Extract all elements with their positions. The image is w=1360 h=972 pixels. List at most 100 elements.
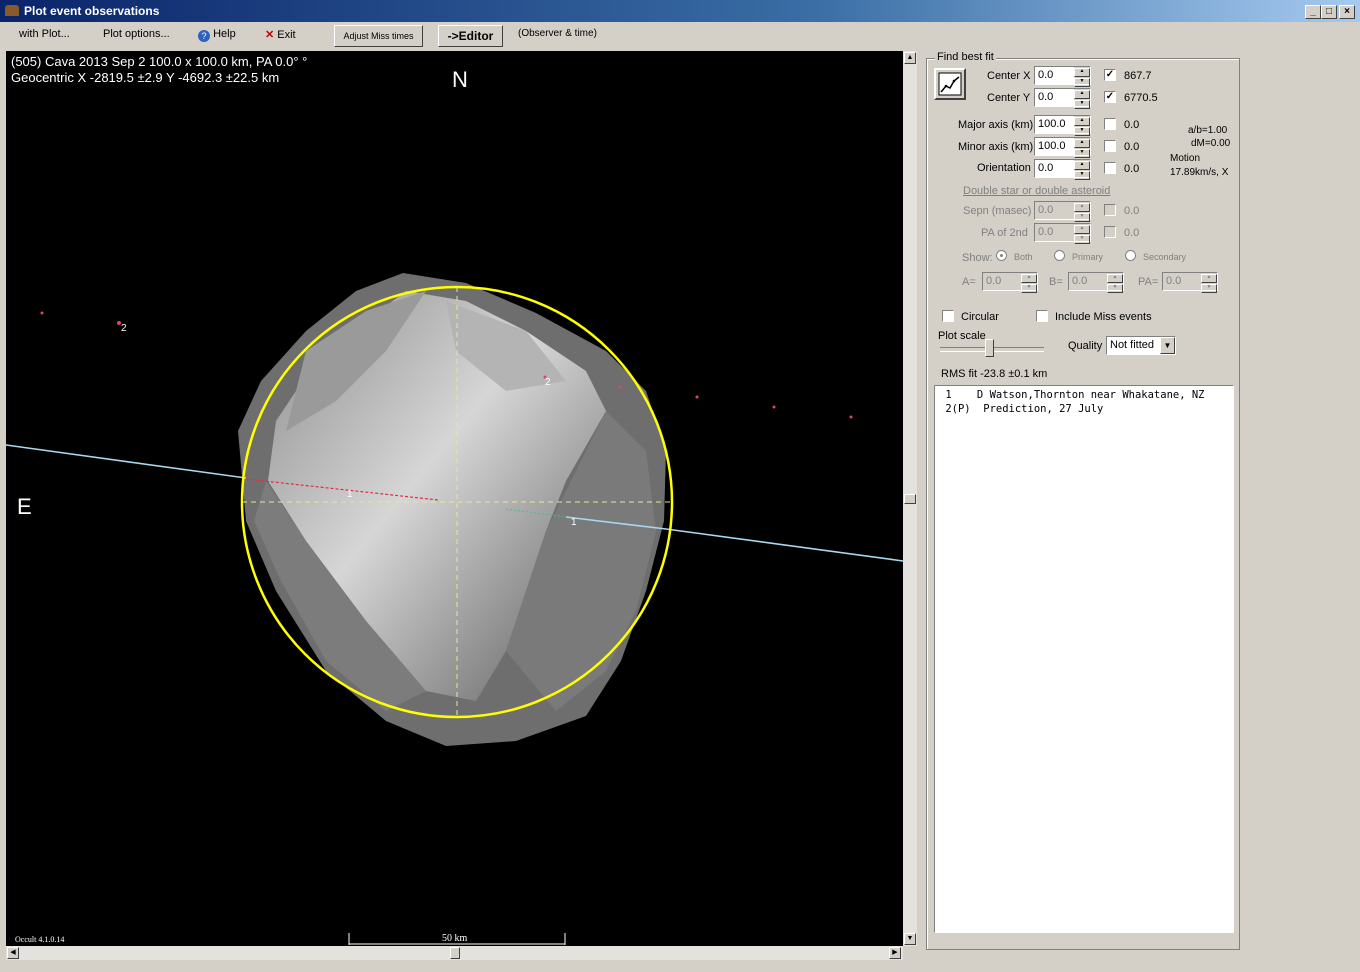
scroll-down-arrow-icon[interactable]: ▼ bbox=[904, 933, 916, 945]
prediction-point bbox=[40, 311, 44, 315]
help-icon: ? bbox=[198, 30, 210, 42]
motion-value: 17.89km/s, X bbox=[1170, 167, 1229, 178]
vertical-scrollbar[interactable]: ▲ ▼ bbox=[903, 51, 917, 946]
orientation-label: Orientation bbox=[977, 162, 1031, 174]
center-y-fit-value: 6770.5 bbox=[1124, 92, 1158, 104]
b-spinner[interactable]: 0.0 ▲ ▼ bbox=[1068, 272, 1124, 293]
orientation-spinner[interactable]: 0.0 ▲ ▼ bbox=[1034, 159, 1091, 180]
minor-axis-value: 100.0 bbox=[1038, 140, 1066, 152]
circular-label: Circular bbox=[961, 311, 999, 323]
minor-axis-fit-checkbox[interactable] bbox=[1104, 140, 1116, 152]
prediction-point bbox=[772, 405, 776, 409]
menu-help-label: Help bbox=[213, 28, 236, 40]
center-x-fit-value: 867.7 bbox=[1124, 70, 1152, 82]
a-spinner[interactable]: 0.0 ▲ ▼ bbox=[982, 272, 1038, 293]
minor-axis-fit-value: 0.0 bbox=[1124, 141, 1140, 153]
include-miss-checkbox[interactable] bbox=[1036, 310, 1048, 322]
menu-help[interactable]: ? Help bbox=[198, 28, 236, 42]
a-label: A= bbox=[962, 276, 976, 288]
center-y-fit-checkbox[interactable]: ✓ bbox=[1104, 91, 1116, 103]
scale-label: 50 km bbox=[442, 933, 468, 944]
orientation-value: 0.0 bbox=[1038, 162, 1054, 174]
sepn-spinner[interactable]: 0.0 ▲ ▼ bbox=[1034, 201, 1091, 222]
horizontal-scrollbar[interactable]: ◀ ▶ bbox=[6, 946, 903, 960]
list-item[interactable]: 1 D Watson,Thornton near Whakatane, NZ bbox=[939, 389, 1204, 401]
orientation-fit-value: 0.0 bbox=[1124, 163, 1140, 175]
orientation-fit-checkbox[interactable] bbox=[1104, 162, 1116, 174]
observer-path-line bbox=[6, 444, 247, 479]
close-icon: ✕ bbox=[265, 29, 275, 41]
pa-2nd-spinner[interactable]: 0.0 ▲ ▼ bbox=[1034, 223, 1091, 244]
close-button[interactable]: × bbox=[1339, 5, 1355, 19]
minimize-button[interactable]: _ bbox=[1305, 5, 1321, 19]
center-x-label: Center X bbox=[987, 70, 1031, 82]
pa-spinner[interactable]: 0.0 ▲ ▼ bbox=[1162, 272, 1218, 293]
minor-axis-label: Minor axis (km) bbox=[958, 141, 1034, 153]
show-secondary-label: Secondary bbox=[1143, 252, 1187, 262]
center-x-fit-checkbox[interactable]: ✓ bbox=[1104, 69, 1116, 81]
north-label: N bbox=[452, 67, 468, 92]
menu-plot-options[interactable]: Plot options... bbox=[103, 28, 170, 40]
east-label: E bbox=[17, 494, 32, 519]
circular-checkbox[interactable] bbox=[942, 310, 954, 322]
pa-value: 0.0 bbox=[1166, 275, 1182, 287]
prediction-point bbox=[618, 385, 622, 389]
center-y-value: 0.0 bbox=[1038, 91, 1054, 103]
sepn-fit-value: 0.0 bbox=[1124, 205, 1140, 217]
major-axis-spinner[interactable]: 100.0 ▲ ▼ bbox=[1034, 115, 1091, 136]
a-value: 0.0 bbox=[986, 275, 1002, 287]
chord-1-label: 1 bbox=[347, 489, 353, 500]
sepn-fit-checkbox[interactable] bbox=[1104, 204, 1116, 216]
adjust-miss-times-button[interactable]: Adjust Miss times bbox=[334, 25, 423, 47]
center-x-spinner[interactable]: 0.0 ▲ ▼ bbox=[1034, 66, 1091, 87]
menu-with-plot[interactable]: with Plot... bbox=[19, 28, 70, 40]
editor-button[interactable]: ->Editor bbox=[438, 25, 503, 47]
show-both-radio[interactable] bbox=[996, 250, 1007, 261]
double-star-link[interactable]: Double star or double asteroid bbox=[963, 185, 1110, 197]
minor-axis-spinner[interactable]: 100.0 ▲ ▼ bbox=[1034, 137, 1091, 158]
pa-2nd-fit-checkbox[interactable] bbox=[1104, 226, 1116, 238]
show-secondary-radio[interactable] bbox=[1125, 250, 1136, 261]
major-axis-fit-checkbox[interactable] bbox=[1104, 118, 1116, 130]
menu-exit-label: Exit bbox=[277, 29, 296, 41]
pa-label: PA= bbox=[1138, 276, 1159, 288]
find-best-fit-label: Find best fit bbox=[935, 51, 996, 63]
pa-2nd-label: PA of 2nd bbox=[981, 227, 1028, 239]
find-best-fit-button[interactable] bbox=[934, 68, 966, 100]
rms-fit-label: RMS fit -23.8 ±0.1 km bbox=[941, 368, 1048, 380]
chevron-down-icon: ▼ bbox=[1160, 337, 1175, 354]
include-miss-label: Include Miss events bbox=[1055, 311, 1152, 323]
show-primary-radio[interactable] bbox=[1054, 250, 1065, 261]
chord-1b-label: 1 bbox=[571, 517, 577, 528]
show-both-label: Both bbox=[1014, 252, 1033, 262]
b-value: 0.0 bbox=[1072, 275, 1088, 287]
vertical-scroll-thumb[interactable] bbox=[904, 494, 916, 504]
scroll-right-arrow-icon[interactable]: ▶ bbox=[889, 947, 901, 959]
sepn-value: 0.0 bbox=[1038, 204, 1054, 216]
prediction-point bbox=[849, 415, 853, 419]
app-icon bbox=[5, 5, 19, 16]
plot-scale-slider[interactable] bbox=[985, 339, 994, 357]
menu-bar: with Plot... Plot options... ? Help ✕ Ex… bbox=[0, 22, 1360, 48]
maximize-button[interactable]: □ bbox=[1321, 5, 1337, 19]
quality-dropdown[interactable]: Not fitted ▼ bbox=[1106, 336, 1176, 355]
observer-time-label: (Observer & time) bbox=[518, 28, 597, 39]
pa-2nd-value: 0.0 bbox=[1038, 226, 1054, 238]
list-item[interactable]: 2(P) Prediction, 27 July bbox=[939, 403, 1103, 415]
plot-canvas bbox=[6, 273, 903, 945]
version-label: Occult 4.1.0.14 bbox=[15, 935, 65, 944]
quality-label: Quality bbox=[1068, 340, 1103, 352]
motion-label: Motion bbox=[1170, 153, 1201, 164]
chord-2-label: 2 bbox=[545, 377, 551, 388]
center-y-spinner[interactable]: 0.0 ▲ ▼ bbox=[1034, 88, 1091, 109]
major-axis-fit-value: 0.0 bbox=[1124, 119, 1140, 131]
scroll-left-arrow-icon[interactable]: ◀ bbox=[7, 947, 19, 959]
major-axis-label: Major axis (km) bbox=[958, 119, 1034, 131]
ab-ratio: a/b=1.00 bbox=[1188, 125, 1228, 136]
point-2-label: 2 bbox=[121, 323, 127, 334]
scroll-up-arrow-icon[interactable]: ▲ bbox=[904, 52, 916, 64]
horizontal-scroll-thumb[interactable] bbox=[450, 947, 460, 959]
observations-list[interactable]: 1 D Watson,Thornton near Whakatane, NZ 2… bbox=[934, 385, 1234, 933]
menu-exit[interactable]: ✕ Exit bbox=[265, 28, 296, 41]
plot-area[interactable]: (505) Cava 2013 Sep 2 100.0 x 100.0 km, … bbox=[6, 51, 903, 946]
